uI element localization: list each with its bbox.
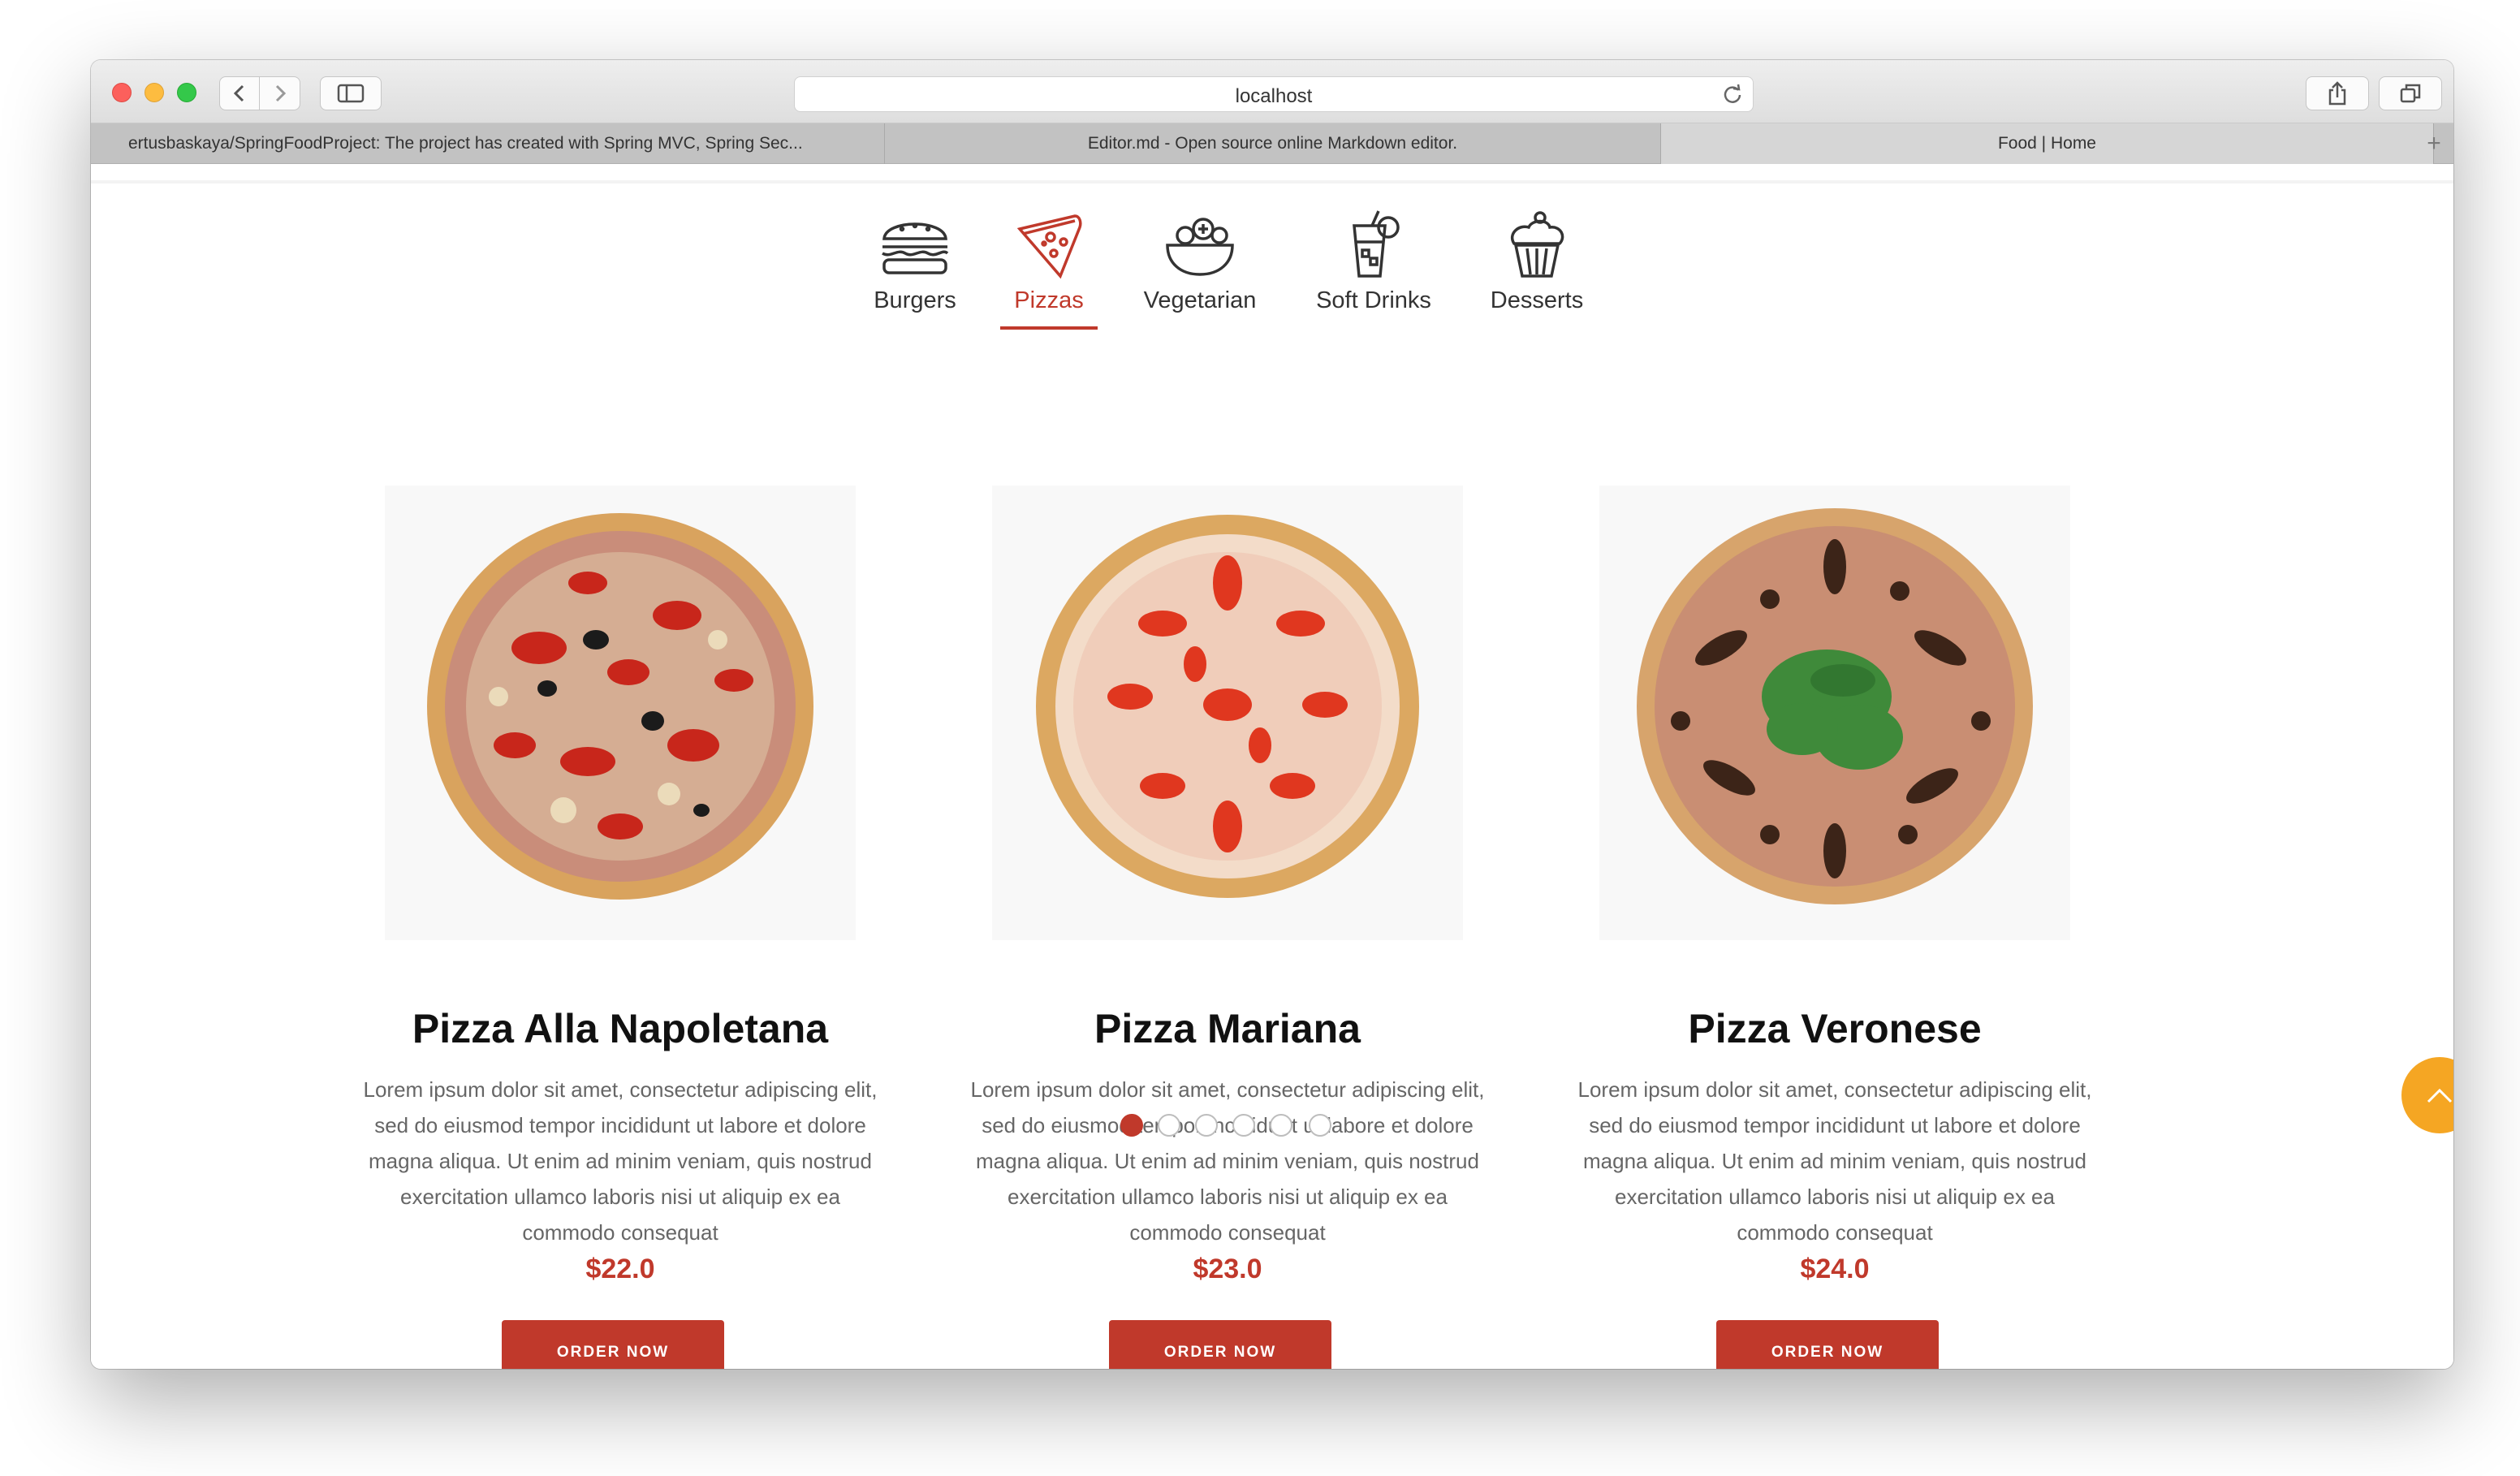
category-label: Burgers [874, 287, 956, 313]
carousel-dot[interactable] [1270, 1114, 1292, 1137]
active-category-underline [1000, 326, 1098, 330]
carousel-dot[interactable] [1195, 1114, 1218, 1137]
chevron-up-icon [2427, 1088, 2453, 1103]
category-label: Desserts [1490, 287, 1584, 313]
product-price: $24.0 [1800, 1254, 1870, 1284]
tab-food-home[interactable]: Food | Home [1661, 123, 2434, 164]
product-description: Lorem ipsum dolor sit amet, consectetur … [363, 1077, 878, 1245]
order-now-button[interactable]: ORDER NOW [502, 1320, 724, 1369]
reload-icon[interactable] [1722, 84, 1743, 105]
order-now-button[interactable]: ORDER NOW [1716, 1320, 1939, 1369]
browser-window: localhost ertusbaskaya/SpringFoodProject… [91, 60, 2453, 1369]
product-title: Pizza Alla Napoletana [412, 1006, 829, 1051]
share-button[interactable] [2306, 76, 2369, 110]
pizza-napoletana-image [385, 486, 856, 940]
category-pizzas[interactable]: Pizzas [1000, 209, 1098, 330]
zoom-window-button[interactable] [177, 83, 196, 102]
scroll-to-top-button[interactable] [2401, 1057, 2453, 1133]
carousel-dot[interactable] [1120, 1114, 1143, 1137]
close-window-button[interactable] [112, 83, 132, 102]
back-button[interactable] [219, 76, 260, 110]
category-desserts[interactable]: Desserts [1476, 209, 1598, 323]
cupcake-icon [1511, 211, 1564, 278]
page-content: Burgers Pizzas Vegetarian Soft Drinks De… [91, 164, 2453, 1369]
url-text: localhost [1235, 85, 1313, 107]
tab-editor-md[interactable]: Editor.md - Open source online Markdown … [885, 123, 1661, 164]
tab-label: Food | Home [1997, 134, 2096, 153]
order-now-button[interactable]: ORDER NOW [1109, 1320, 1331, 1369]
show-tabs-button[interactable] [2379, 76, 2442, 110]
minimize-window-button[interactable] [145, 83, 164, 102]
product-title: Pizza Mariana [1094, 1006, 1361, 1051]
pizza-slice-icon [1016, 214, 1082, 279]
carousel-dot[interactable] [1232, 1114, 1255, 1137]
category-burgers[interactable]: Burgers [862, 209, 968, 323]
header-divider [91, 180, 2453, 183]
carousel-dot[interactable] [1158, 1114, 1180, 1137]
tab-github[interactable]: ertusbaskaya/SpringFoodProject: The proj… [91, 123, 885, 164]
product-description: Lorem ipsum dolor sit amet, consectetur … [970, 1077, 1485, 1245]
category-label: Pizzas [1014, 287, 1084, 313]
pizza-mariana-image [992, 486, 1463, 940]
browser-toolbar: localhost [91, 60, 2453, 123]
category-soft-drinks[interactable]: Soft Drinks [1304, 209, 1443, 323]
product-price: $22.0 [585, 1254, 655, 1284]
chevron-right-icon [275, 84, 286, 102]
tabs-overview-icon [2400, 84, 2421, 103]
sidebar-toggle-button[interactable] [320, 76, 382, 110]
tab-label: ertusbaskaya/SpringFoodProject: The proj… [128, 134, 803, 153]
product-price: $23.0 [1193, 1254, 1262, 1284]
carousel-dot[interactable] [1309, 1114, 1331, 1137]
tab-label: Editor.md - Open source online Markdown … [1087, 134, 1458, 153]
address-bar[interactable]: localhost [794, 76, 1754, 112]
sidebar-icon [337, 84, 365, 103]
share-icon [2328, 81, 2346, 106]
drink-glass-icon [1353, 210, 1400, 278]
salad-bowl-icon [1166, 218, 1234, 276]
chevron-left-icon [233, 84, 244, 102]
category-label: Vegetarian [1143, 287, 1257, 313]
forward-button[interactable] [260, 76, 300, 110]
pizza-veronese-image [1599, 486, 2070, 940]
product-description: Lorem ipsum dolor sit amet, consectetur … [1577, 1077, 2092, 1245]
burger-icon [882, 222, 949, 274]
product-title: Pizza Veronese [1688, 1006, 1982, 1051]
category-label: Soft Drinks [1316, 287, 1431, 313]
tab-bar: ertusbaskaya/SpringFoodProject: The proj… [91, 123, 2453, 164]
new-tab-button[interactable]: + [2414, 123, 2453, 164]
category-vegetarian[interactable]: Vegetarian [1127, 209, 1273, 323]
